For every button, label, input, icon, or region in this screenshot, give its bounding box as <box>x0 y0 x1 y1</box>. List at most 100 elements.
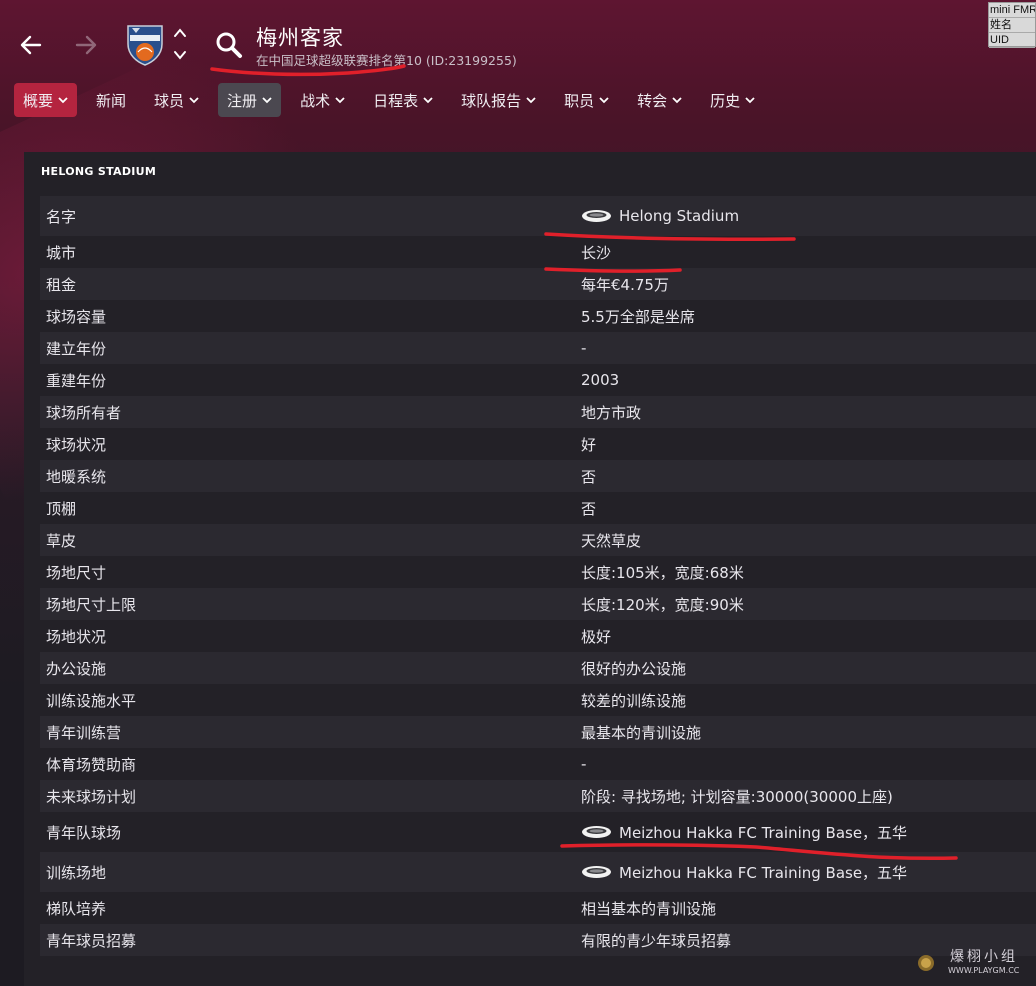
table-row: 青年队球场 Meizhou Hakka FC Training Base，五华 <box>40 812 1036 852</box>
tab-label: 历史 <box>710 91 741 110</box>
row-label: 地暖系统 <box>46 467 107 486</box>
table-row: 草皮 天然草皮 <box>40 524 1036 556</box>
chevron-down-icon <box>335 96 345 103</box>
row-label: 城市 <box>46 243 77 262</box>
watermark: 爆栩小组 WWW.PLAYGM.CC <box>912 944 1032 984</box>
table-row: 青年球员招募 有限的青少年球员招募 <box>40 924 1036 956</box>
table-row: 顶棚 否 <box>40 492 1036 524</box>
row-value-text: 有限的青少年球员招募 <box>581 931 732 950</box>
row-label: 青年训练营 <box>46 723 122 742</box>
row-value-text: 天然草皮 <box>581 531 642 550</box>
tab-registration[interactable]: 注册 <box>218 83 282 117</box>
row-value: 否 <box>581 466 596 487</box>
row-value-text: 2003 <box>581 371 620 389</box>
tab-label: 日程表 <box>373 91 419 110</box>
tab-staff[interactable]: 职员 <box>555 83 618 117</box>
tab-transfers[interactable]: 转会 <box>628 83 691 117</box>
mini-panel-name[interactable]: 姓名 <box>989 18 1035 33</box>
page-title[interactable]: 梅州客家 <box>256 22 344 52</box>
watermark-text: 爆栩小组 <box>950 949 1018 965</box>
stadium-info-table: 名字 Helong Stadium 城市 长沙租金 每年€4.75万球场容量 5.5万全部… <box>40 196 1036 956</box>
row-label: 租金 <box>46 275 77 294</box>
tab-news[interactable]: 新闻 <box>87 83 135 117</box>
row-label: 训练场地 <box>46 863 107 882</box>
club-switcher[interactable] <box>170 26 190 62</box>
club-crest-icon[interactable] <box>124 22 166 66</box>
row-value: 长度:120米，宽度:90米 <box>581 594 744 615</box>
row-value-text: 阶段: 寻找场地; 计划容量:30000(30000上座) <box>581 787 893 806</box>
tab-label: 战术 <box>300 91 331 110</box>
stadium-icon <box>582 826 611 838</box>
row-value-text: 否 <box>581 467 597 486</box>
row-value: 极好 <box>581 626 611 647</box>
row-value-text: Meizhou Hakka FC Training Base，五华 <box>619 823 908 842</box>
row-value: 很好的办公设施 <box>581 658 686 679</box>
chevron-down-icon <box>262 96 272 103</box>
row-label: 场地尺寸上限 <box>46 595 137 614</box>
row-value-text: 每年€4.75万 <box>581 275 669 294</box>
row-value-text: Helong Stadium <box>619 207 740 225</box>
table-row: 梯队培养 相当基本的青训设施 <box>40 892 1036 924</box>
tab-label: 新闻 <box>96 91 127 110</box>
table-row: 体育场赞助商 - <box>40 748 1036 780</box>
row-label: 青年队球场 <box>46 823 122 842</box>
back-button[interactable] <box>14 28 48 62</box>
tab-tactics[interactable]: 战术 <box>291 83 354 117</box>
table-row: 球场容量 5.5万全部是坐席 <box>40 300 1036 332</box>
mini-panel-uid[interactable]: UID <box>989 33 1035 48</box>
tab-schedule[interactable]: 日程表 <box>364 83 442 117</box>
row-value-text: Meizhou Hakka FC Training Base，五华 <box>619 863 908 882</box>
row-value-text: 好 <box>581 435 597 454</box>
row-label: 球场容量 <box>46 307 107 326</box>
row-value: 每年€4.75万 <box>581 274 669 295</box>
tab-players[interactable]: 球员 <box>145 83 208 117</box>
row-value: 较差的训练设施 <box>581 690 686 711</box>
row-value: 长沙 <box>581 242 611 263</box>
tab-label: 转会 <box>637 91 668 110</box>
row-value: 长度:105米，宽度:68米 <box>581 562 744 583</box>
tab-team-report[interactable]: 球队报告 <box>452 83 545 117</box>
tab-overview[interactable]: 概要 <box>14 83 78 117</box>
forward-button[interactable] <box>69 28 103 62</box>
arrow-right-icon <box>75 35 97 55</box>
row-value: 有限的青少年球员招募 <box>581 930 731 951</box>
row-label: 球场状况 <box>46 435 107 454</box>
table-row: 名字 Helong Stadium <box>40 196 1036 236</box>
row-value-link[interactable]: Meizhou Hakka FC Training Base，五华 <box>581 862 907 883</box>
tab-label: 职员 <box>564 91 595 110</box>
row-value-text: - <box>581 755 587 773</box>
row-label: 草皮 <box>46 531 77 550</box>
tab-history[interactable]: 历史 <box>701 83 764 117</box>
row-label: 训练设施水平 <box>46 691 137 710</box>
row-label: 场地尺寸 <box>46 563 107 582</box>
stadium-panel: HELONG STADIUM 名字 Helong Stadium 城市 长沙 租金 每年€… <box>24 152 1036 986</box>
table-row: 场地尺寸 长度:105米，宽度:68米 <box>40 556 1036 588</box>
row-label: 场地状况 <box>46 627 107 646</box>
chevron-down-icon <box>174 51 186 60</box>
row-value: 5.5万全部是坐席 <box>581 306 695 327</box>
chevron-down-icon <box>526 96 536 103</box>
table-row: 租金 每年€4.75万 <box>40 268 1036 300</box>
row-value: 否 <box>581 498 596 519</box>
search-icon[interactable] <box>214 30 244 60</box>
row-label: 未来球场计划 <box>46 787 137 806</box>
table-row: 未来球场计划 阶段: 寻找场地; 计划容量:30000(30000上座) <box>40 780 1036 812</box>
table-row: 场地状况 极好 <box>40 620 1036 652</box>
table-row: 球场状况 好 <box>40 428 1036 460</box>
chevron-down-icon <box>423 96 433 103</box>
chevron-down-icon <box>58 96 68 103</box>
row-value-link[interactable]: Helong Stadium <box>581 207 739 225</box>
row-value: 地方市政 <box>581 402 641 423</box>
table-row: 地暖系统 否 <box>40 460 1036 492</box>
app-window: 梅州客家 在中国足球超级联赛排名第10 (ID:23199255) mini F… <box>0 0 1036 986</box>
table-row: 训练设施水平 较差的训练设施 <box>40 684 1036 716</box>
row-value: 2003 <box>581 371 619 389</box>
row-label: 名字 <box>46 207 77 226</box>
chevron-down-icon <box>599 96 609 103</box>
row-label: 重建年份 <box>46 371 107 390</box>
row-value-link[interactable]: Meizhou Hakka FC Training Base，五华 <box>581 822 907 843</box>
stadium-icon <box>582 210 611 222</box>
mini-fmr-panel[interactable]: mini FMR 姓名 UID <box>988 2 1036 48</box>
tab-label: 概要 <box>23 91 54 110</box>
row-value-text: - <box>581 339 587 357</box>
